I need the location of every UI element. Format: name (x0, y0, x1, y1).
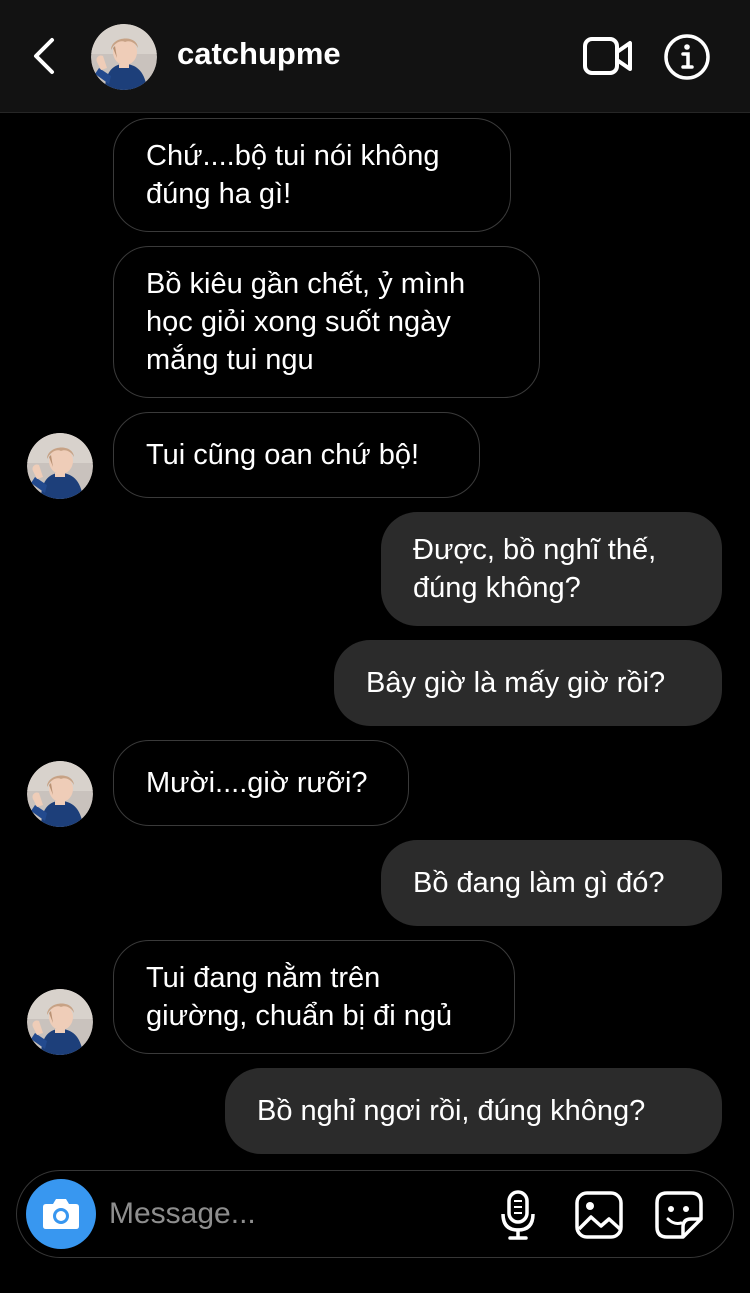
camera-icon (43, 1199, 79, 1229)
message-text: Bồ kiêu gần chết, ỷ mình học giỏi xong s… (146, 268, 466, 376)
voice-message-button[interactable] (497, 1189, 539, 1241)
message-bubble-incoming[interactable]: Tui đang nằm trên giường, chuẩn bị đi ng… (113, 940, 515, 1054)
message-bubble-outgoing[interactable]: Bây giờ là mấy giờ rồi? (334, 640, 722, 726)
info-button[interactable] (662, 32, 712, 82)
message-bubble-outgoing[interactable]: Được, bồ nghĩ thế, đúng không? (381, 512, 722, 626)
message-text: Bây giờ là mấy giờ rồi? (366, 667, 666, 699)
message-text: Chứ....bộ tui nói không đúng ha gì! (146, 140, 440, 210)
info-icon (664, 34, 710, 80)
username[interactable]: catchupme (177, 36, 341, 72)
message-input[interactable] (109, 1189, 489, 1239)
sticker-icon (655, 1191, 703, 1239)
chat-screen: catchupme Chứ....bộ tui nói không đúng h… (0, 0, 750, 1293)
message-bubble-outgoing[interactable]: Bồ đang làm gì đó? (381, 840, 722, 926)
chat-header: catchupme (0, 0, 750, 113)
message-bubble-outgoing[interactable]: Bồ nghỉ ngơi rồi, đúng không? (225, 1068, 722, 1154)
message-bubble-incoming[interactable]: Bồ kiêu gần chết, ỷ mình học giỏi xong s… (113, 246, 540, 398)
message-text: Bồ nghỉ ngơi rồi, đúng không? (257, 1095, 646, 1127)
camera-button[interactable] (26, 1179, 96, 1249)
avatar[interactable] (27, 433, 93, 499)
message-text: Tui đang nằm trên giường, chuẩn bị đi ng… (146, 962, 453, 1032)
avatar[interactable] (27, 761, 93, 827)
avatar[interactable] (27, 989, 93, 1055)
microphone-icon (501, 1190, 535, 1240)
avatar[interactable] (91, 24, 157, 90)
message-text: Bồ đang làm gì đó? (413, 867, 665, 899)
message-bubble-incoming[interactable]: Chứ....bộ tui nói không đúng ha gì! (113, 118, 511, 232)
message-text: Được, bồ nghĩ thế, đúng không? (413, 534, 657, 604)
message-text: Mười....giờ rưỡi? (146, 767, 368, 799)
gallery-button[interactable] (573, 1189, 625, 1241)
message-text: Tui cũng oan chứ bộ! (146, 439, 420, 471)
video-call-button[interactable] (580, 33, 636, 79)
image-gallery-icon (575, 1191, 623, 1239)
back-button[interactable] (24, 32, 66, 80)
message-composer (16, 1170, 734, 1258)
chevron-left-icon (34, 38, 54, 74)
video-call-icon (583, 37, 632, 75)
message-bubble-incoming[interactable]: Tui cũng oan chứ bộ! (113, 412, 480, 498)
sticker-button[interactable] (653, 1189, 705, 1241)
message-bubble-incoming[interactable]: Mười....giờ rưỡi? (113, 740, 409, 826)
